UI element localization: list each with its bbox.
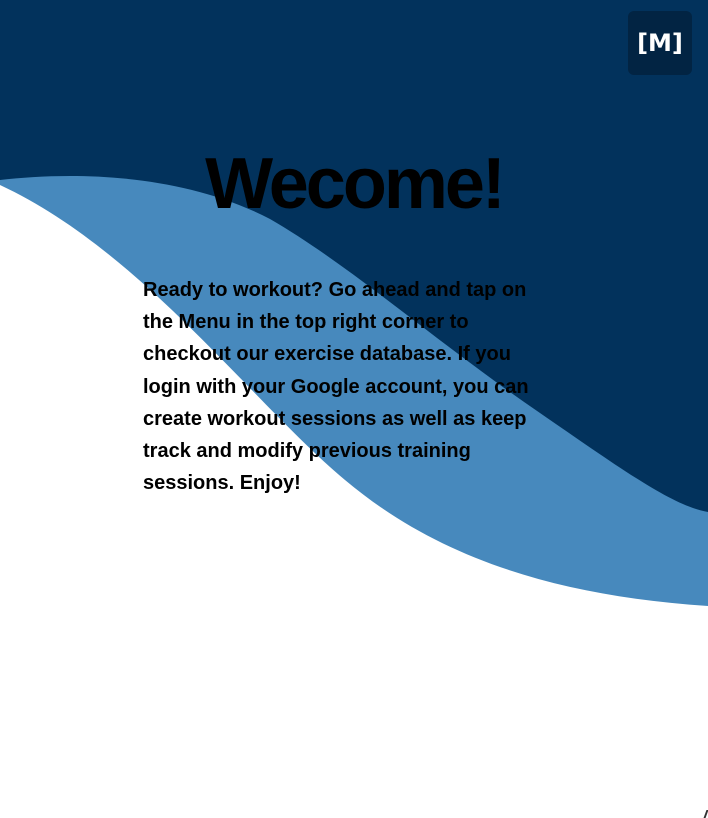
intro-text: Ready to workout? Go ahead and tap on th… — [143, 279, 529, 495]
menu-button[interactable]: [M] — [628, 11, 692, 75]
page-title: Wecome! — [205, 144, 506, 224]
